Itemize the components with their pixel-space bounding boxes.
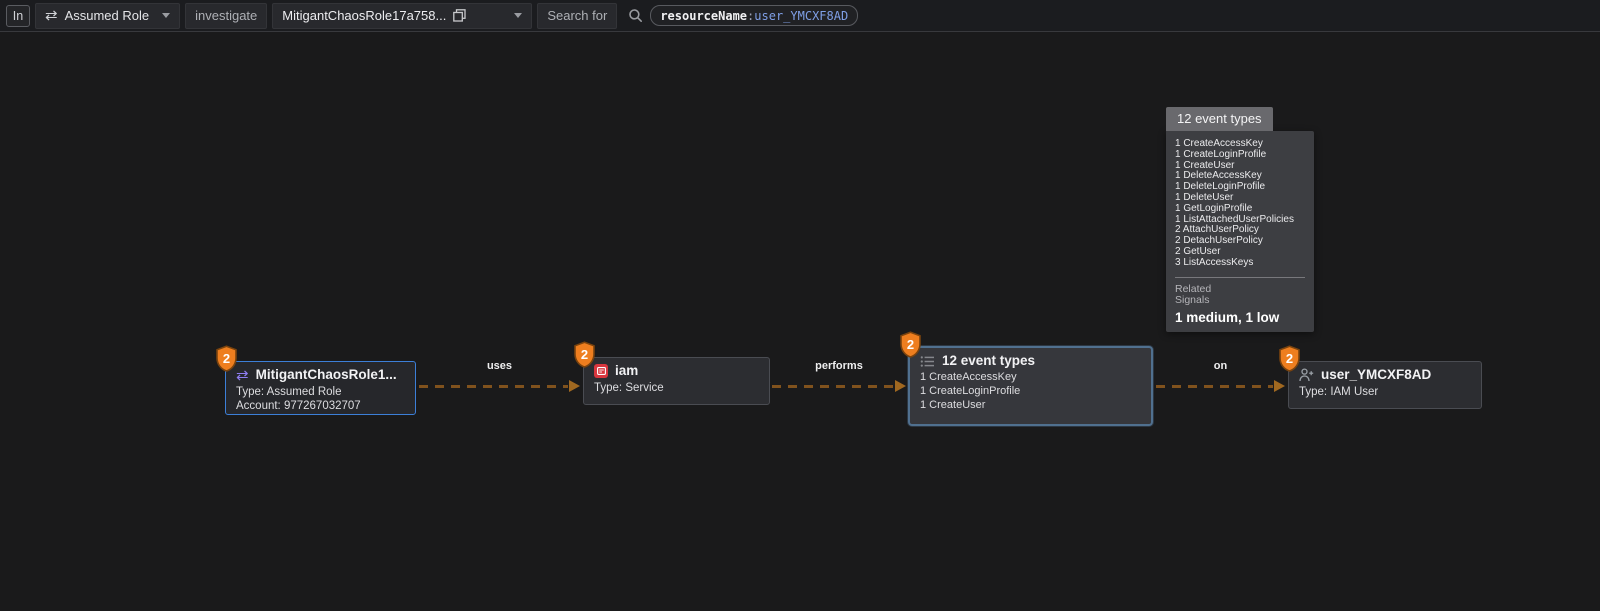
divider (1175, 276, 1305, 278)
node-event-line: 1 CreateAccessKey (920, 371, 1017, 384)
investigate-label: investigate (185, 2, 268, 29)
node-subtitle: Account: 977267032707 (236, 400, 361, 413)
shield-icon: 2 (216, 345, 237, 372)
query-value: user_YMCXF8AD (754, 8, 849, 23)
entity-dropdown[interactable]: MitigantChaosRole17a758... (272, 2, 533, 29)
aws-iam-icon (594, 364, 608, 379)
node-subtitle: Type: IAM User (1299, 386, 1379, 399)
search-icon (628, 8, 643, 23)
query-colon: : (747, 8, 755, 23)
shield-icon: 2 (900, 331, 921, 358)
investigation-graph-canvas[interactable]: 2 ⇄ MitigantChaosRole1... Type: Assumed … (0, 32, 1600, 611)
related-signals-label: Related Signals (1175, 282, 1212, 307)
svg-text:2: 2 (1286, 351, 1293, 366)
svg-text:2: 2 (223, 351, 230, 366)
dashed-arrow-line (419, 385, 568, 388)
chevron-down-icon (514, 13, 523, 18)
graph-edge-on: on (1156, 360, 1285, 394)
iam-user-icon (1299, 368, 1314, 382)
arrowhead-icon (1274, 380, 1285, 392)
edge-label: on (1213, 360, 1228, 372)
dashed-arrow-line (772, 385, 894, 388)
event-types-tooltip: 12 event types 1 CreateAccessKey 1 Creat… (1166, 107, 1314, 332)
node-title: iam (615, 363, 639, 378)
node-title: MitigantChaosRole1... (255, 367, 397, 382)
svg-text:2: 2 (907, 337, 914, 352)
node-event-line: 1 CreateLoginProfile (920, 384, 1021, 397)
dashed-arrow-line (1156, 385, 1273, 388)
edge-label: uses (486, 360, 513, 372)
node-subtitle: Type: Assumed Role (236, 386, 342, 399)
graph-node-event-types[interactable]: 2 12 event types 1 CreateAccessKey 1 Cre… (900, 331, 1153, 426)
top-toolbar: In ⇄ Assumed Role investigate MitigantCh… (0, 0, 1600, 32)
tooltip-event: 1 CreateLoginProfile (1175, 148, 1267, 160)
swap-arrows-icon: ⇄ (45, 7, 58, 24)
search-query-input[interactable]: resourceName : user_YMCXF8AD (650, 5, 859, 26)
scope-in-label: In (6, 4, 30, 27)
shield-icon: 2 (1279, 345, 1300, 372)
severity-badge[interactable]: 2 (215, 345, 238, 372)
copy-icon[interactable] (453, 9, 466, 22)
graph-node-iam-user[interactable]: 2 user_YMCXF8AD Type: IAM User (1279, 345, 1482, 409)
node-subtitle: Type: Service (594, 382, 664, 395)
entity-name-label: MitigantChaosRole17a758... (282, 8, 447, 23)
arrowhead-icon (895, 380, 906, 392)
node-title: 12 event types (942, 353, 1036, 368)
graph-edge-performs: performs (772, 360, 906, 394)
svg-text:2: 2 (581, 347, 588, 362)
node-event-line: 1 CreateUser (920, 398, 986, 411)
chevron-down-icon (162, 13, 171, 18)
severity-badge[interactable]: 2 (573, 341, 596, 368)
entity-type-dropdown[interactable]: ⇄ Assumed Role (35, 2, 181, 29)
tooltip-title: 12 event types (1166, 107, 1273, 131)
severity-badge[interactable]: 2 (899, 331, 922, 358)
graph-node-iam-service[interactable]: 2 iam Type: Service (574, 341, 770, 405)
arrowhead-icon (569, 380, 580, 392)
shield-icon: 2 (574, 341, 595, 368)
signals-summary: 1 medium, 1 low (1175, 309, 1280, 325)
tooltip-body: 1 CreateAccessKey 1 CreateLoginProfile 1… (1166, 131, 1314, 332)
search-for-label: Search for (537, 2, 618, 29)
graph-edge-uses: uses (419, 360, 580, 394)
graph-node-assumed-role[interactable]: 2 ⇄ MitigantChaosRole1... Type: Assumed … (216, 345, 416, 415)
event-list-icon (920, 355, 935, 368)
query-key: resourceName (660, 8, 748, 23)
entity-type-label: Assumed Role (64, 8, 150, 23)
edge-label: performs (815, 360, 863, 372)
severity-badge[interactable]: 2 (1278, 345, 1301, 372)
tooltip-event: 1 GetLoginProfile (1175, 202, 1253, 214)
node-title: user_YMCXF8AD (1321, 367, 1432, 382)
tooltip-event: 3 ListAccessKeys (1175, 256, 1254, 268)
